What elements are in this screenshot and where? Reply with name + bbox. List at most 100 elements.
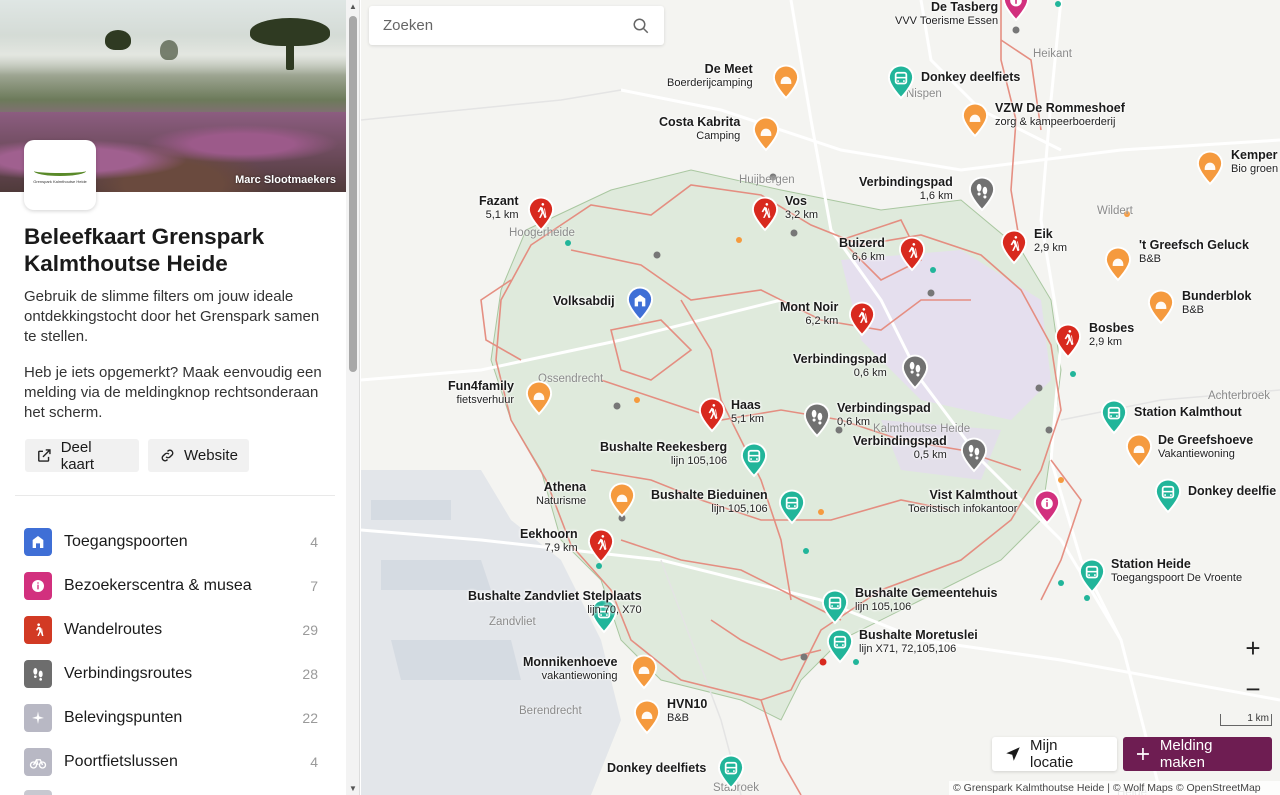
- poi-label[interactable]: Station Heide Toegangspoort De Vroente: [1111, 557, 1242, 585]
- poi-label[interactable]: Verbindingspad 0,6 km: [837, 401, 931, 429]
- poi-name: De Greefshoeve: [1158, 433, 1254, 447]
- poi-pin-stay[interactable]: [771, 64, 801, 100]
- poi-pin-info[interactable]: [1001, 0, 1031, 22]
- poi-pin-transit[interactable]: [1077, 558, 1107, 594]
- poi-pin-transit[interactable]: [1099, 399, 1129, 435]
- scroll-up-icon[interactable]: ▲: [348, 3, 358, 11]
- speech-pin-icon: [525, 380, 553, 416]
- poi-pin-stay[interactable]: [607, 482, 637, 518]
- poi-subtitle: 0,5 km: [913, 449, 947, 461]
- poi-pin-connect[interactable]: [959, 437, 989, 473]
- poi-label[interactable]: Bosbes 2,9 km: [1089, 321, 1134, 349]
- poi-label[interactable]: Bushalte Gemeentehuis lijn 105,106: [855, 586, 997, 614]
- poi-pin-connect[interactable]: [802, 402, 832, 438]
- poi-label[interactable]: Costa Kabrita Camping: [659, 115, 740, 143]
- poi-pin-hike[interactable]: [999, 229, 1029, 265]
- category-info[interactable]: Bezoekerscentra & musea 7: [24, 571, 318, 601]
- poi-pin-stay[interactable]: [629, 654, 659, 690]
- poi-pin-transit[interactable]: [716, 754, 746, 790]
- poi-pin-hike[interactable]: [897, 236, 927, 272]
- poi-pin-stay[interactable]: [1103, 246, 1133, 282]
- poi-pin-hike[interactable]: [697, 397, 727, 433]
- scroll-down-icon[interactable]: ▼: [348, 785, 358, 793]
- category-sparkle[interactable]: Belevingspunten 22: [24, 703, 318, 733]
- poi-label[interactable]: Bushalte Bieduinen lijn 105,106: [651, 488, 768, 516]
- poi-subtitle: B&B: [1139, 253, 1162, 265]
- poi-label[interactable]: De Greefshoeve Vakantiewoning: [1158, 433, 1253, 461]
- category-label: Verbindingsroutes: [64, 665, 193, 682]
- category-footprints[interactable]: Verbindingsroutes 28: [24, 659, 318, 689]
- poi-name: Buizerd: [839, 236, 885, 250]
- poi-pin-hike[interactable]: [750, 196, 780, 232]
- poi-pin-transit[interactable]: [820, 589, 850, 625]
- poi-label[interactable]: Monnikenhoeve vakantiewoning: [523, 655, 617, 683]
- poi-label[interactable]: De Tasberg VVV Toerisme Essen: [895, 0, 998, 28]
- search-icon[interactable]: [632, 17, 650, 35]
- poi-pin-transit[interactable]: [886, 64, 916, 100]
- poi-label[interactable]: Eik 2,9 km: [1034, 227, 1067, 255]
- poi-label[interactable]: Vos 3,2 km: [785, 194, 818, 222]
- poi-label[interactable]: Kemper Bio groen: [1231, 148, 1278, 176]
- zoom-out-button[interactable]: −: [1240, 676, 1266, 703]
- poi-pin-hike[interactable]: [1053, 323, 1083, 359]
- poi-label[interactable]: Bushalte Reekesberg lijn 105,106: [600, 440, 727, 468]
- search-input[interactable]: [383, 17, 632, 34]
- poi-label[interactable]: Verbindingspad 0,6 km: [793, 352, 887, 380]
- poi-pin-transit[interactable]: [825, 628, 855, 664]
- poi-label[interactable]: Haas 5,1 km: [731, 398, 764, 426]
- poi-label[interactable]: Donkey deelfiets: [607, 761, 706, 775]
- create-report-button[interactable]: Melding maken: [1123, 737, 1272, 771]
- poi-pin-stay[interactable]: [960, 102, 990, 138]
- poi-pin-transit[interactable]: [739, 442, 769, 478]
- poi-pin-stay[interactable]: [751, 116, 781, 152]
- poi-pin-hike[interactable]: [526, 196, 556, 232]
- poi-label[interactable]: Fazant 5,1 km: [479, 194, 519, 222]
- poi-pin-gate[interactable]: [625, 286, 655, 322]
- poi-pin-hike[interactable]: [847, 301, 877, 337]
- poi-pin-connect[interactable]: [900, 354, 930, 390]
- category-bike[interactable]: Poortfietslussen 4: [24, 747, 318, 777]
- poi-name: De Meet: [704, 62, 753, 76]
- poi-label[interactable]: Vist Kalmthout Toeristisch infokantoor: [908, 488, 1017, 516]
- poi-label[interactable]: Bunderblok B&B: [1182, 289, 1251, 317]
- footprints-icon: [901, 354, 929, 390]
- zoom-in-button[interactable]: +: [1240, 635, 1266, 662]
- poi-label[interactable]: Bushalte Zandvliet Stelplaats lijn 70, X7…: [468, 589, 642, 617]
- poi-label[interactable]: Buizerd 6,6 km: [839, 236, 885, 264]
- my-location-button[interactable]: Mijn locatie: [992, 737, 1117, 771]
- poi-pin-transit[interactable]: [777, 489, 807, 525]
- poi-label[interactable]: HVN10 B&B: [667, 697, 707, 725]
- category-gate[interactable]: Toegangspoorten 4: [24, 527, 318, 557]
- poi-label[interactable]: Eekhoorn 7,9 km: [520, 527, 578, 555]
- poi-label[interactable]: Station Kalmthout: [1134, 405, 1242, 419]
- poi-label[interactable]: VZW De Rommeshoef zorg & kampeerboerderij: [995, 101, 1125, 129]
- poi-label[interactable]: Verbindingspad 1,6 km: [859, 175, 953, 203]
- map-canvas[interactable]: Heikant Kalmthoutse Heide Huijbergen Hooger…: [361, 0, 1280, 795]
- poi-label[interactable]: Verbindingspad 0,5 km: [853, 434, 947, 462]
- poi-pin-transit[interactable]: [1153, 478, 1183, 514]
- poi-label[interactable]: Donkey deelfie: [1188, 484, 1276, 498]
- poi-label[interactable]: Athena Naturisme: [536, 480, 586, 508]
- search-bar[interactable]: [369, 6, 664, 45]
- link-icon: [161, 449, 174, 462]
- sidebar-scrollbar[interactable]: ▲ ▼: [346, 0, 360, 795]
- poi-pin-connect[interactable]: [967, 176, 997, 212]
- poi-label[interactable]: De Meet Boerderijcamping: [667, 62, 753, 90]
- poi-label[interactable]: Fun4family fietsverhuur: [448, 379, 514, 407]
- poi-label[interactable]: Mont Noir 6,2 km: [780, 300, 838, 328]
- poi-pin-stay[interactable]: [1195, 150, 1225, 186]
- poi-pin-stay[interactable]: [1146, 289, 1176, 325]
- poi-pin-stay[interactable]: [632, 699, 662, 735]
- poi-pin-stay[interactable]: [1124, 433, 1154, 469]
- poi-label[interactable]: 't Greefsch Geluck B&B: [1139, 238, 1249, 266]
- category-hiker[interactable]: Wandelroutes 29: [24, 615, 318, 645]
- poi-pin-stay[interactable]: [524, 380, 554, 416]
- poi-label[interactable]: Volksabdij: [553, 294, 615, 308]
- poi-pin-info[interactable]: [1032, 489, 1062, 525]
- scroll-thumb[interactable]: [349, 16, 357, 372]
- share-map-button[interactable]: Deel kaart: [25, 439, 139, 473]
- website-button[interactable]: Website: [148, 439, 249, 472]
- poi-pin-hike[interactable]: [586, 528, 616, 564]
- poi-label[interactable]: Donkey deelfiets: [921, 70, 1020, 84]
- poi-label[interactable]: Bushalte Moretuslei lijn X71, 72,105,106: [859, 628, 978, 656]
